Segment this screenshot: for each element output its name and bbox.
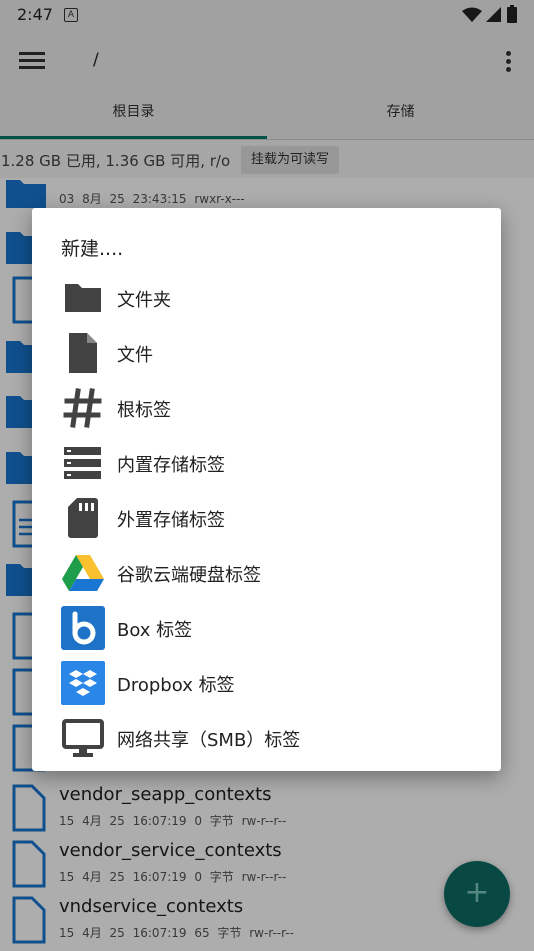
dialog-item-label: 网络共享（SMB）标签 <box>117 730 301 751</box>
dialog-item-label: 根标签 <box>117 400 171 421</box>
dialog-item-box[interactable]: Box 标签 <box>32 600 501 655</box>
dropbox-icon <box>61 661 105 705</box>
monitor-icon <box>62 719 104 757</box>
dialog-item-label: Box 标签 <box>117 620 193 641</box>
file-icon <box>69 333 97 373</box>
hash-icon <box>63 388 102 428</box>
dialog-item-root-bookmark[interactable]: 根标签 <box>32 380 501 435</box>
dialog-item-label: 内置存储标签 <box>117 455 225 476</box>
dialog-title: 新建.... <box>61 238 124 260</box>
dialog-item-label: 文件 <box>117 345 153 366</box>
dialog-item-folder[interactable]: 文件夹 <box>32 270 501 325</box>
storage-icon <box>64 447 101 479</box>
dialog-item-google-drive[interactable]: 谷歌云端硬盘标签 <box>32 545 501 600</box>
sd-card-icon <box>68 498 98 538</box>
dialog-item-external-storage[interactable]: 外置存储标签 <box>32 490 501 545</box>
google-drive-icon <box>62 555 104 591</box>
new-item-dialog: 新建.... 文件夹 文件 根标签 内置存储标签 外置存储标签 谷歌云端硬盘标签… <box>32 208 501 771</box>
dialog-item-label: 文件夹 <box>117 290 171 311</box>
dialog-item-label: Dropbox 标签 <box>117 675 235 696</box>
dialog-item-internal-storage[interactable]: 内置存储标签 <box>32 435 501 490</box>
folder-icon <box>65 284 101 312</box>
box-icon <box>61 606 105 650</box>
dialog-item-label: 外置存储标签 <box>117 510 225 531</box>
dialog-item-smb[interactable]: 网络共享（SMB）标签 <box>32 710 501 765</box>
dialog-item-label: 谷歌云端硬盘标签 <box>117 565 261 586</box>
dialog-item-dropbox[interactable]: Dropbox 标签 <box>32 655 501 710</box>
dialog-item-file[interactable]: 文件 <box>32 325 501 380</box>
